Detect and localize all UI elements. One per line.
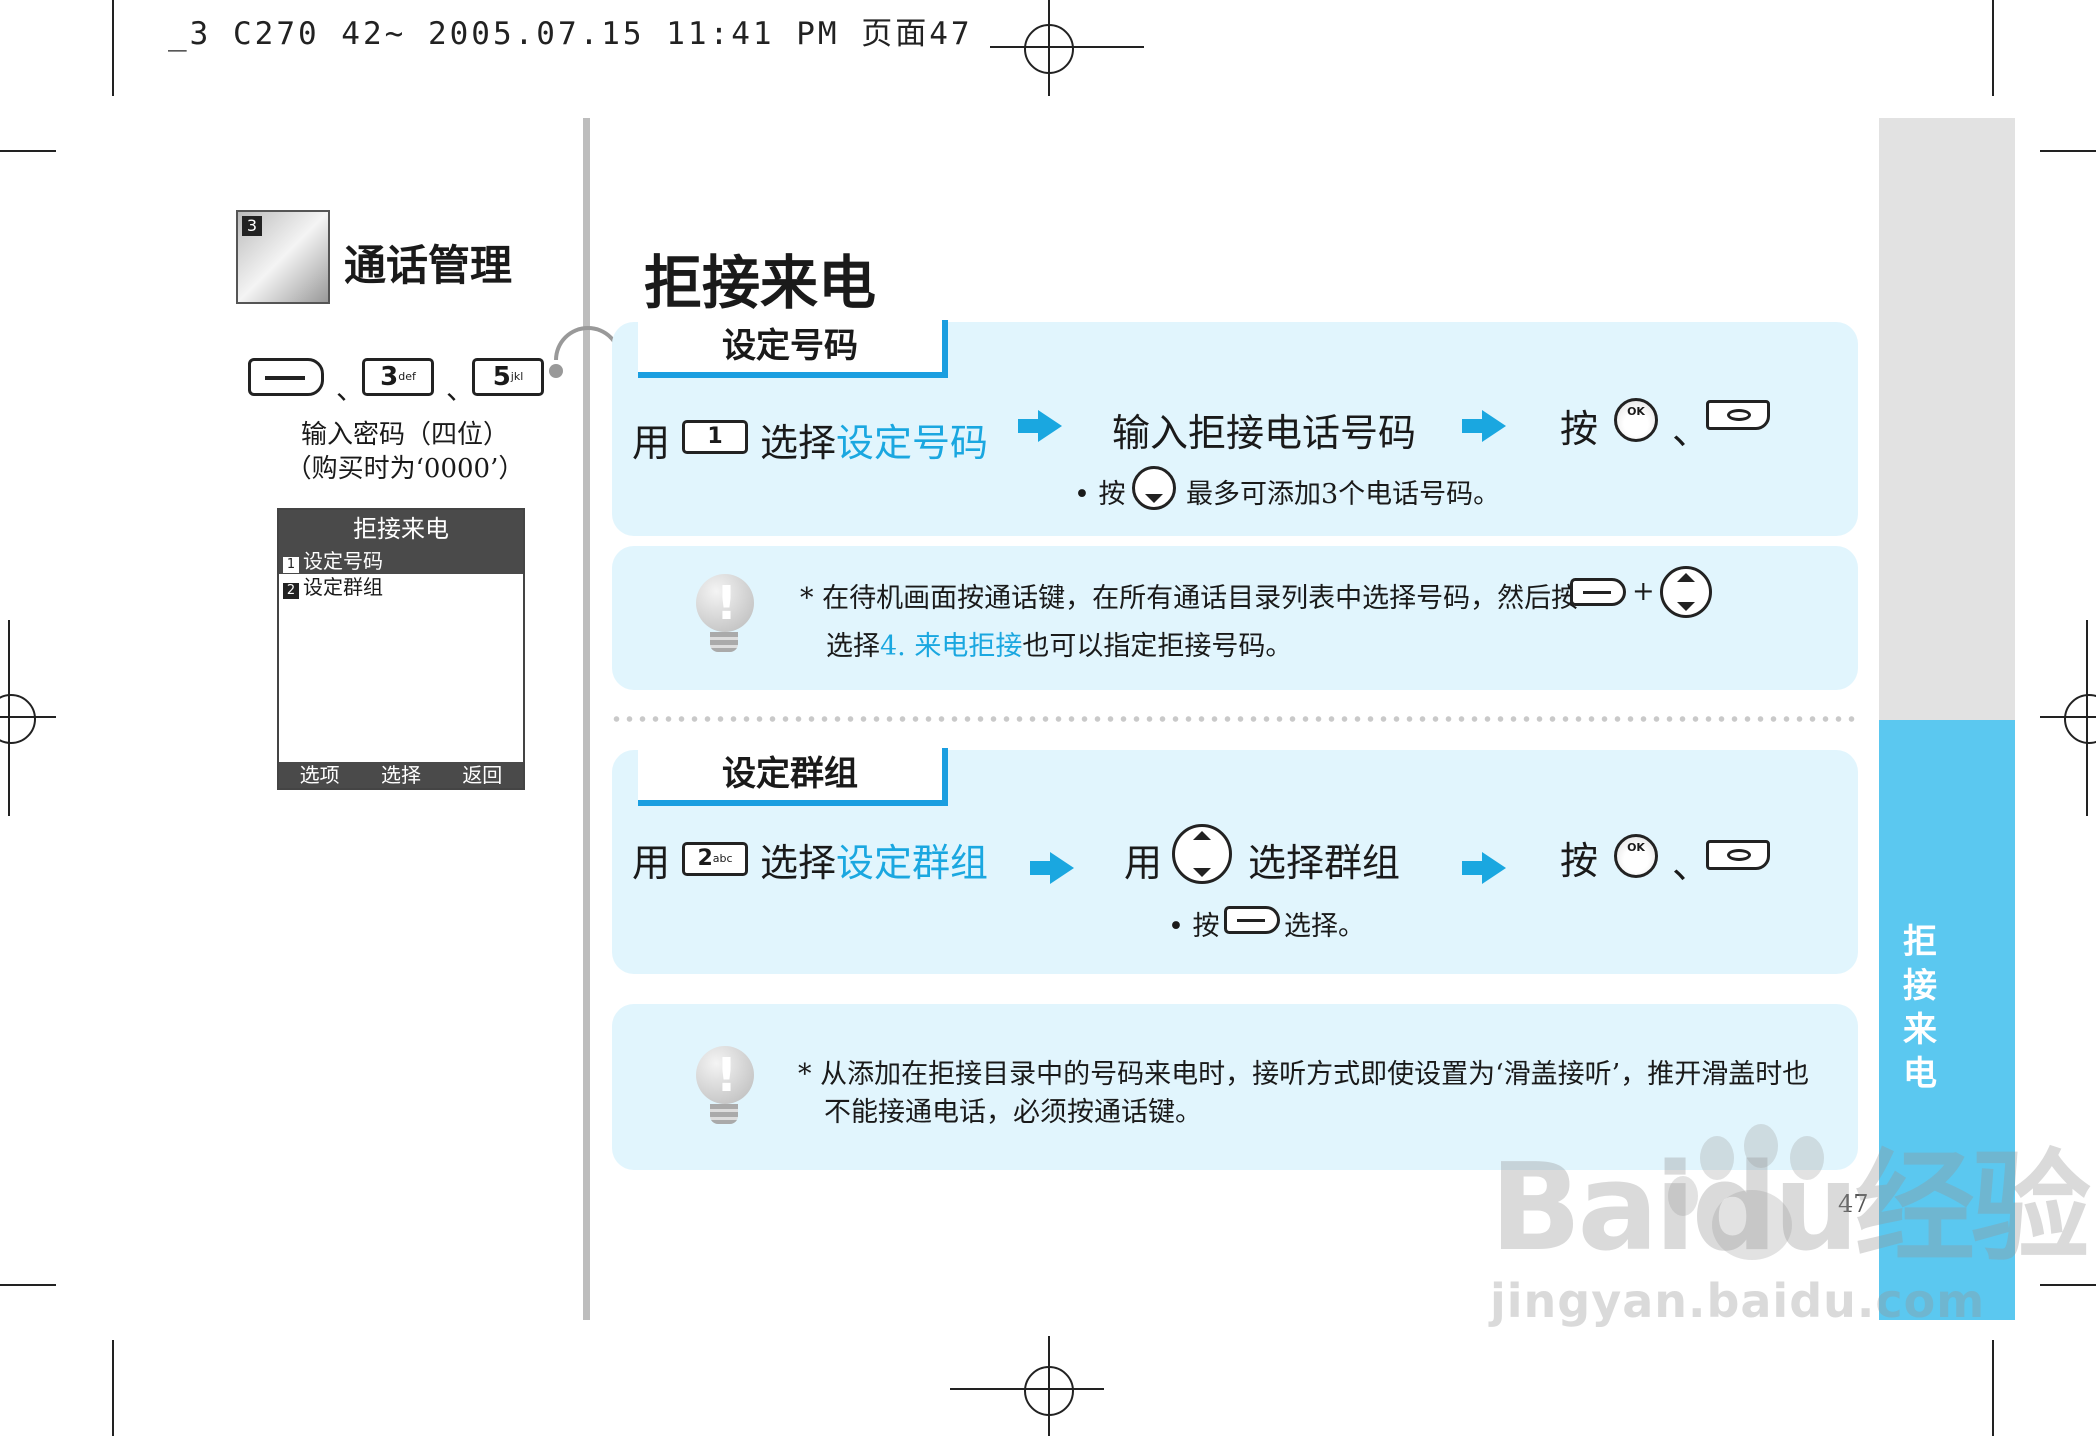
dotted-divider: [610, 716, 1860, 722]
separator: 、: [446, 373, 475, 406]
print-header: _3 C270 42~ 2005.07.15 11:41 PM 页面47: [168, 16, 973, 52]
phone-softkey-select: 选择: [380, 763, 421, 787]
nav-updown-key-icon: [1172, 824, 1232, 884]
lightbulb-tip-icon: [690, 1046, 756, 1126]
page-title: 拒接来电: [644, 249, 877, 317]
arrow-right-icon: [1462, 852, 1506, 884]
registration-mark-left: [0, 694, 36, 744]
set-number-note: 最多可添加3个电话号码。: [1186, 479, 1501, 510]
left-softkey-icon: [248, 358, 324, 396]
call-management-icon: 3: [236, 210, 330, 304]
step-prefix: 用: [1124, 841, 1163, 885]
phone-softkey-bar: 选项 选择 返回: [279, 762, 523, 788]
separator: 、: [336, 373, 365, 406]
step-select-group: 选择群组: [1248, 841, 1401, 885]
set-number-tab: 设定号码: [638, 320, 948, 378]
plus-sign: +: [1632, 576, 1655, 607]
registration-mark-right: [2064, 694, 2096, 744]
ok-key-icon: OK: [1614, 834, 1658, 878]
lightbulb-tip-icon: [690, 574, 756, 654]
step-prefix: 用: [632, 421, 671, 465]
key-3-icon: 3def: [362, 358, 434, 396]
left-softkey-icon: [1570, 578, 1626, 606]
arrow-right-icon: [1030, 852, 1074, 884]
set-number-link: 设定号码: [836, 421, 989, 465]
baidu-watermark: Baidu经验 jingyan.baidu.com: [1490, 1139, 2091, 1328]
side-tab-title: 拒接来电: [1903, 922, 1937, 1094]
phone-menu-item: 1 设定号码: [279, 548, 523, 574]
left-softkey-icon: [1224, 906, 1280, 934]
step-select: 选择设定号码: [760, 421, 989, 465]
section-title: 通话管理: [344, 241, 513, 290]
step-press: 按: [1560, 407, 1599, 451]
step-select: 选择设定群组: [760, 841, 989, 885]
separator: 、: [1672, 843, 1711, 887]
phone-softkey-options: 选项: [299, 763, 340, 787]
phone-softkey-back: 返回: [462, 763, 503, 787]
phone-screen: 拒接来电 1 设定号码 2 设定群组 选项 选择 返回: [277, 508, 525, 790]
set-group-tab: 设定群组: [638, 748, 948, 806]
tip-panel-1: [612, 546, 1858, 690]
phone-screen-title: 拒接来电: [279, 510, 523, 548]
registration-mark-bottom: [1024, 1366, 1074, 1416]
step-prefix: 用: [632, 841, 671, 885]
side-tab-gray: [1879, 118, 2015, 720]
separator: 、: [1672, 409, 1711, 453]
arrow-right-icon: [1018, 410, 1062, 442]
key-5-icon: 5jkl: [472, 358, 544, 396]
note-prefix: • 按: [1074, 479, 1126, 510]
call-reject-link: 4. 来电拒接: [880, 631, 1023, 662]
tip1-line2: 选择4. 来电拒接也可以指定拒接号码。: [826, 631, 1293, 662]
column-divider: [583, 118, 590, 1320]
password-default: （购买时为‘0000’）: [285, 454, 525, 484]
end-key-icon: [1706, 840, 1770, 870]
registration-mark-top: [1024, 24, 1074, 74]
tip2-line2: 不能接通电话，必须按通话键。: [824, 1097, 1202, 1128]
step-enter-number: 输入拒接电话号码: [1112, 411, 1417, 455]
set-group-note: 选择。: [1284, 911, 1365, 942]
note-prefix: • 按: [1168, 911, 1220, 942]
section-number: 3: [242, 216, 262, 236]
key-1-icon: 1: [682, 420, 748, 454]
key-2-icon: 2abc: [682, 842, 748, 876]
ok-key-icon: OK: [1614, 398, 1658, 442]
hook-dot-left: [549, 364, 563, 378]
step-press: 按: [1560, 839, 1599, 883]
set-group-link: 设定群组: [836, 841, 989, 885]
password-hint: 输入密码（四位）: [300, 420, 509, 450]
arrow-right-icon: [1462, 410, 1506, 442]
nav-updown-key-icon: [1660, 566, 1712, 618]
nav-down-key-icon: [1132, 466, 1176, 510]
phone-menu-item: 2 设定群组: [279, 574, 523, 600]
end-key-icon: [1706, 400, 1770, 430]
tip1-line1: * 在待机画面按通话键，在所有通话目录列表中选择号码，然后按: [800, 583, 1579, 614]
tip2-line1: * 从添加在拒接目录中的号码来电时，接听方式即使设置为‘滑盖接听’，推开滑盖时也: [798, 1059, 1810, 1090]
